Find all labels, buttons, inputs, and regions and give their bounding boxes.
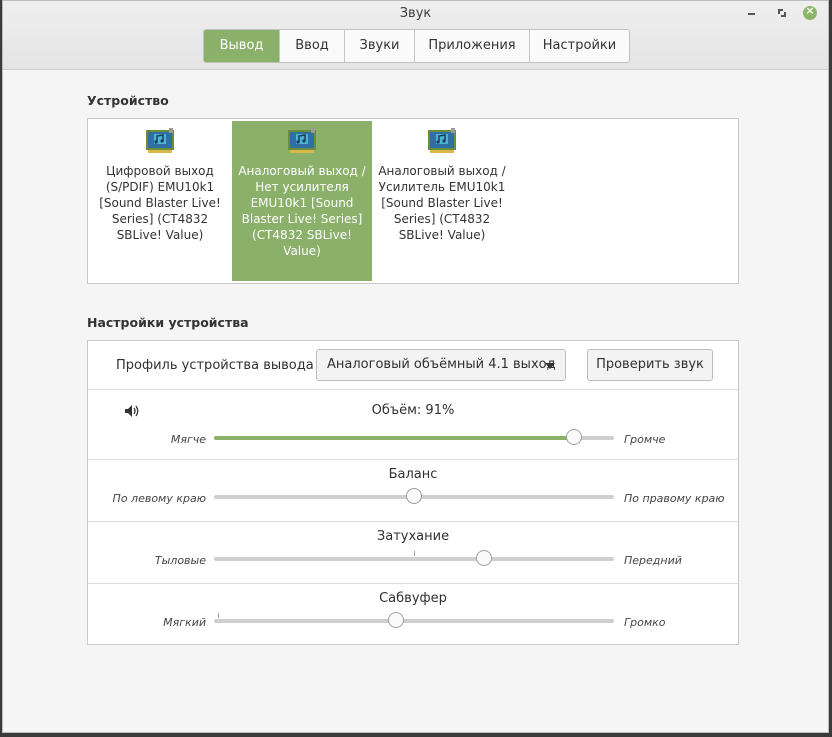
test-sound-button[interactable]: Проверить звук	[587, 349, 713, 381]
volume-right-label: Громче	[624, 433, 666, 446]
sound-card-icon	[428, 128, 456, 153]
subwoofer-row: Сабвуфер Мягкий Громко	[88, 584, 738, 646]
subwoofer-title: Сабвуфер	[379, 591, 447, 606]
tab-bar: Вывод Ввод Звуки Приложения Настройки	[203, 29, 630, 63]
device-section-title: Устройство	[87, 93, 169, 108]
device-analog-no-amp[interactable]: Аналоговый выход / Нет усилителя EMU10k1…	[232, 121, 372, 281]
sound-card-icon	[146, 128, 174, 153]
subwoofer-right-label: Громко	[624, 616, 666, 629]
maximize-button[interactable]	[775, 6, 789, 20]
device-settings-panel: Профиль устройства вывода Аналоговый объ…	[87, 340, 739, 645]
profile-label: Профиль устройства вывода	[116, 358, 314, 373]
fade-center-mark	[414, 551, 415, 556]
fade-left-label: Тыловые	[154, 554, 206, 567]
subwoofer-slider-handle[interactable]	[388, 612, 404, 628]
subwoofer-start-mark	[218, 613, 219, 618]
volume-slider-fill	[214, 436, 574, 440]
volume-row: Объём: 91% Мягче Громче	[88, 390, 738, 460]
balance-slider-handle[interactable]	[406, 488, 422, 504]
sound-card-icon	[288, 128, 316, 153]
device-label: Аналоговый выход / Усилитель EMU10k1 [So…	[378, 164, 506, 242]
device-label: Аналоговый выход / Нет усилителя EMU10k1…	[238, 164, 366, 258]
chevron-down-icon	[545, 363, 555, 369]
volume-title: Объём: 91%	[371, 403, 455, 418]
close-button[interactable]: ×	[803, 4, 817, 20]
device-digital-output[interactable]: Цифровой выход (S/PDIF) EMU10k1 [Sound B…	[90, 121, 230, 281]
volume-slider-handle[interactable]	[566, 429, 582, 445]
balance-row: Баланс По левому краю По правому краю	[88, 460, 738, 522]
device-analog-amp[interactable]: Аналоговый выход / Усилитель EMU10k1 [So…	[372, 121, 512, 281]
balance-slider[interactable]	[214, 488, 614, 504]
balance-right-label: По правому краю	[624, 492, 725, 505]
device-label: Цифровой выход (S/PDIF) EMU10k1 [Sound B…	[99, 164, 221, 242]
volume-slider[interactable]	[214, 429, 614, 445]
subwoofer-left-label: Мягкий	[163, 616, 206, 629]
fade-slider-handle[interactable]	[476, 550, 492, 566]
tab-applications[interactable]: Приложения	[415, 30, 530, 62]
balance-title: Баланс	[388, 467, 438, 482]
profile-row: Профиль устройства вывода Аналоговый объ…	[88, 341, 738, 390]
close-icon: ×	[805, 4, 815, 17]
tab-settings[interactable]: Настройки	[530, 30, 629, 62]
fade-title: Затухание	[376, 529, 450, 544]
tab-input[interactable]: Ввод	[280, 30, 345, 62]
fade-slider[interactable]	[214, 550, 614, 566]
settings-section-title: Настройки устройства	[87, 315, 249, 330]
fade-row: Затухание Тыловые Передний	[88, 522, 738, 584]
balance-left-label: По левому краю	[112, 492, 206, 505]
tab-sounds[interactable]: Звуки	[345, 30, 415, 62]
device-list: Цифровой выход (S/PDIF) EMU10k1 [Sound B…	[87, 118, 739, 284]
tab-output[interactable]: Вывод	[204, 30, 280, 62]
volume-left-label: Мягче	[170, 433, 206, 446]
titlebar: Звук × Вывод Ввод Звуки Приложения Настр…	[3, 1, 828, 70]
profile-combo[interactable]: Аналоговый объёмный 4.1 выход	[316, 349, 566, 381]
profile-combo-value: Аналоговый объёмный 4.1 выход	[327, 357, 556, 372]
fade-right-label: Передний	[624, 554, 682, 567]
subwoofer-slider[interactable]	[214, 612, 614, 628]
window-title: Звук	[399, 6, 432, 21]
minimize-button[interactable]	[745, 6, 759, 20]
